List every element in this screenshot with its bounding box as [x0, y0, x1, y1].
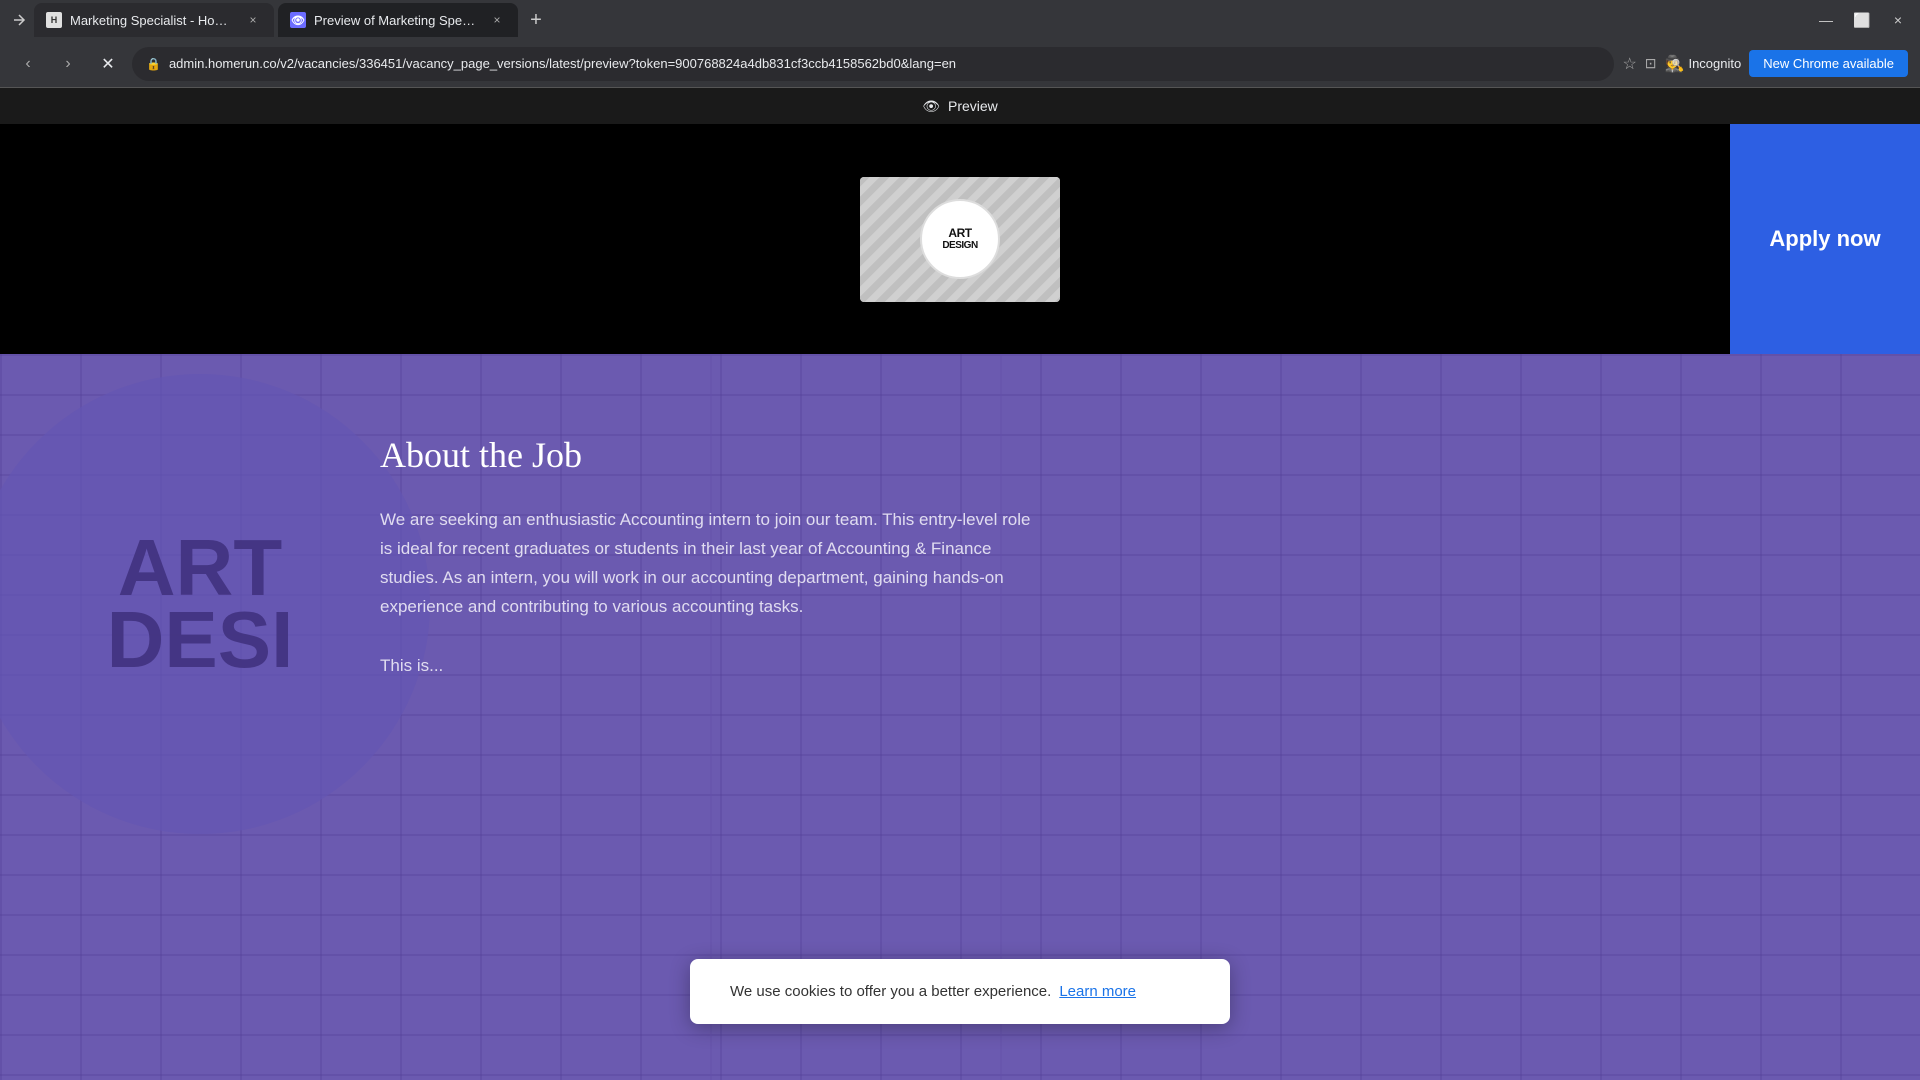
tab-group-button[interactable]: [8, 9, 30, 31]
maximize-button[interactable]: ⬜: [1848, 6, 1876, 34]
logo-text: ART DESIGN: [942, 227, 977, 251]
preview-icon: 👁: [922, 98, 940, 115]
minimize-button[interactable]: —: [1812, 6, 1840, 34]
tab-bar-left: H Marketing Specialist - Homerun × 👁 Pre…: [8, 3, 550, 37]
address-bar: ‹ › ✕ 🔒 admin.homerun.co/v2/vacancies/33…: [0, 40, 1920, 88]
tab-1-title: Marketing Specialist - Homerun: [70, 13, 236, 28]
cookie-text: We use cookies to offer you a better exp…: [730, 983, 1051, 1000]
tab-2-title: Preview of Marketing Speciali...: [314, 13, 480, 28]
apply-now-button[interactable]: Apply now: [1730, 124, 1920, 354]
hero-section: ART DESIGN Apply now: [0, 124, 1920, 354]
tab-1[interactable]: H Marketing Specialist - Homerun ×: [34, 3, 274, 37]
company-logo-card: ART DESIGN: [860, 177, 1060, 302]
url-text: admin.homerun.co/v2/vacancies/336451/vac…: [169, 56, 1601, 71]
tab-2-favicon: 👁: [290, 12, 306, 28]
tab-2-close[interactable]: ×: [488, 11, 506, 29]
new-tab-button[interactable]: +: [522, 6, 550, 34]
cookie-banner: We use cookies to offer you a better exp…: [690, 959, 1230, 1024]
new-chrome-button[interactable]: New Chrome available: [1749, 50, 1908, 77]
job-section-title: About the Job: [380, 434, 1040, 476]
incognito-label: Incognito: [1688, 56, 1741, 71]
refresh-button[interactable]: ✕: [92, 48, 124, 80]
job-description-2-text: This is...: [380, 656, 443, 675]
forward-button[interactable]: ›: [52, 48, 84, 80]
job-text-section: About the Job We are seeking an enthusia…: [380, 414, 1040, 710]
browser-frame: H Marketing Specialist - Homerun × 👁 Pre…: [0, 0, 1920, 1080]
page-content: ART DESIGN Apply now ART DESI: [0, 124, 1920, 1080]
back-button[interactable]: ‹: [12, 48, 44, 80]
logo-art-text: ART: [942, 227, 977, 240]
logo-design-text: DESIGN: [942, 240, 977, 251]
incognito-button[interactable]: 🕵️ Incognito: [1665, 54, 1742, 74]
address-input[interactable]: 🔒 admin.homerun.co/v2/vacancies/336451/v…: [132, 47, 1614, 81]
tab-1-close[interactable]: ×: [244, 11, 262, 29]
tab-bar: H Marketing Specialist - Homerun × 👁 Pre…: [0, 0, 1920, 40]
logo-circle: ART DESIGN: [920, 199, 1000, 279]
main-section: ART DESI About the Job We are seeking an…: [0, 354, 1920, 1080]
preview-label: Preview: [948, 98, 998, 114]
tab-1-favicon: H: [46, 12, 62, 28]
lock-icon: 🔒: [146, 57, 161, 71]
split-view-button[interactable]: ⊡: [1645, 55, 1657, 72]
job-description-2: This is...: [380, 652, 1040, 681]
job-description-1: We are seeking an enthusiastic Accountin…: [380, 506, 1040, 622]
tab-2[interactable]: 👁 Preview of Marketing Speciali... ×: [278, 3, 518, 37]
preview-bar: 👁 Preview: [0, 88, 1920, 124]
cookie-learn-more-link[interactable]: Learn more: [1059, 983, 1136, 1000]
bookmark-button[interactable]: ☆: [1622, 54, 1636, 74]
main-content-inner: About the Job We are seeking an enthusia…: [0, 354, 1920, 770]
close-button[interactable]: ×: [1884, 6, 1912, 34]
window-controls: — ⬜ ×: [1812, 6, 1912, 34]
